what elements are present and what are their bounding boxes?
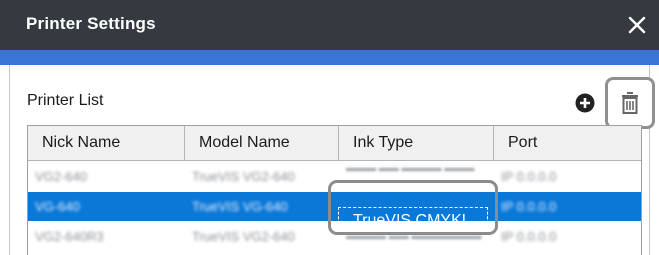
- nick-name-cell: VG-640: [35, 199, 80, 214]
- ink-type-cell-selected[interactable]: TrueVIS CMYKL...: [338, 207, 488, 233]
- nick-name-cell: VG2-640: [35, 169, 88, 184]
- printer-table: Nick Name Model Name Ink Type Port VG2-6…: [27, 125, 642, 255]
- column-header-ink-type[interactable]: Ink Type: [339, 126, 494, 160]
- close-icon: [628, 16, 646, 34]
- window-title: Printer Settings: [26, 14, 156, 33]
- port-cell: IP 0.0.0.0: [501, 199, 557, 214]
- delete-printer-button[interactable]: [605, 77, 655, 129]
- title-bar: Printer Settings: [0, 0, 659, 50]
- trash-icon: [622, 92, 638, 114]
- table-row[interactable]: VG2-640R3 TrueVIS VG2-640 ▬▬▬▬ ▬▬ ▬▬▬▬▬▬…: [28, 222, 641, 251]
- model-name-cell: TrueVIS VG-640: [192, 199, 288, 214]
- ink-type-cell: ▬▬▬ ▬▬ ▬▬▬▬ ▬▬▬: [346, 163, 475, 174]
- port-cell: IP 0.0.0.0: [501, 229, 557, 244]
- accent-bar: [0, 50, 659, 65]
- column-header-model-name[interactable]: Model Name: [185, 126, 339, 160]
- nick-name-cell: VG2-640R3: [35, 229, 104, 244]
- table-header: Nick Name Model Name Ink Type Port: [28, 126, 641, 161]
- table-row-selected[interactable]: VG-640 TrueVIS VG-640 IP 0.0.0.0: [28, 192, 641, 221]
- close-button[interactable]: [622, 10, 652, 40]
- port-cell: IP 0.0.0.0: [501, 169, 557, 184]
- table-row[interactable]: VG2-640 TrueVIS VG2-640 ▬▬▬ ▬▬ ▬▬▬▬ ▬▬▬ …: [28, 162, 641, 191]
- printer-list-label: Printer List: [27, 92, 104, 109]
- column-header-port[interactable]: Port: [494, 126, 641, 160]
- model-name-cell: TrueVIS VG2-640: [192, 229, 295, 244]
- add-printer-button[interactable]: [575, 93, 595, 113]
- plus-circle-icon: [575, 93, 595, 113]
- model-name-cell: TrueVIS VG2-640: [192, 169, 295, 184]
- column-header-nick-name[interactable]: Nick Name: [28, 126, 185, 160]
